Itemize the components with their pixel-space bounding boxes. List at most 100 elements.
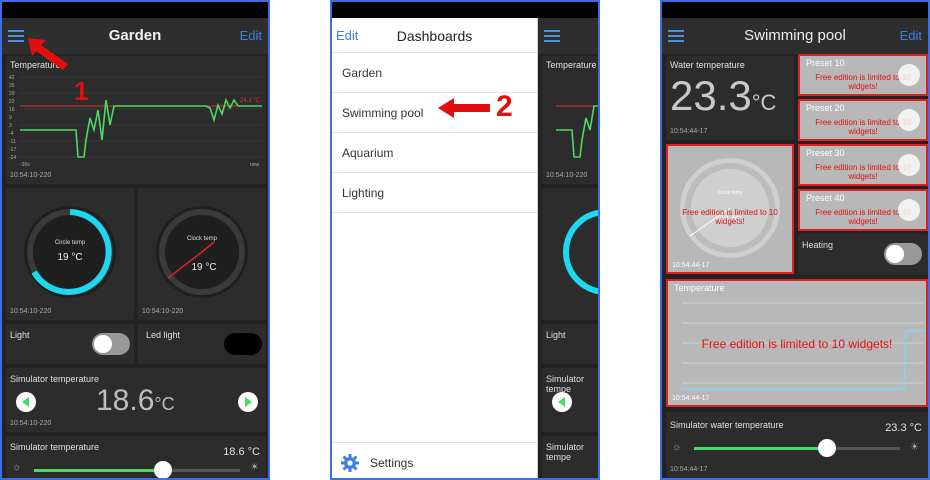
preset-button[interactable]	[898, 154, 920, 176]
slider-value: 23.3 °C	[885, 422, 922, 434]
increase-button[interactable]	[238, 392, 258, 412]
dashboard-item-label: Garden	[342, 66, 383, 80]
slider-timestamp: 10:54:44-17	[670, 466, 708, 473]
y-tick: 9	[9, 115, 12, 121]
dashboard-item-label: Lighting	[342, 186, 385, 200]
gauge-timestamp: 10:54:44-17	[672, 262, 710, 269]
dashboard-item-garden[interactable]: Garden	[332, 53, 537, 93]
peek-gauge-card	[542, 188, 598, 320]
y-tick: 42	[9, 75, 15, 81]
peek-light-card: Light	[542, 324, 598, 364]
dashboard-item-label: Aquarium	[342, 146, 394, 160]
circle-gauge-card[interactable]: Circle temp 19 °C 10:54:10-220	[6, 188, 134, 320]
circle-gauge-value: 19 °C	[57, 252, 82, 263]
simulator-value: 18.6°C	[96, 384, 175, 418]
peek-decrease-button	[552, 392, 572, 412]
clock-gauge-widget[interactable]: Clock temp 23 °C Free edition is limited…	[666, 144, 794, 274]
preset-button[interactable]	[898, 64, 920, 86]
y-tick: -24	[9, 155, 16, 161]
marker-value: 24.1 °C	[240, 98, 261, 104]
temperature-chart-widget[interactable]: Temperature Free edition is limited to 1…	[666, 279, 928, 407]
temperature-chart: 42 35 29 22 16 9 3 -4 -11 -17 -24 -30s n…	[9, 75, 262, 168]
annotation-number-2: 2	[496, 90, 513, 123]
sun-dim-icon: ☼	[12, 462, 22, 473]
water-temperature-timestamp: 10:54:44-17	[670, 128, 708, 135]
status-bar	[662, 2, 928, 18]
clock-gauge: Clock temp 19 °C	[156, 206, 248, 298]
preset-label: Preset 10	[806, 58, 845, 68]
dashboards-drawer: Edit Dashboards Garden Swimming pool Aqu…	[332, 18, 538, 478]
value-unit: °C	[751, 90, 777, 115]
dashboard-item-lighting[interactable]: Lighting	[332, 173, 537, 213]
edit-button[interactable]: Edit	[240, 28, 262, 43]
phone-swimming-pool: Swimming pool Edit Water temperature 23.…	[660, 0, 930, 480]
peek-gauge	[563, 209, 598, 295]
x-tick-start: -30s	[20, 162, 30, 168]
circle-gauge: Circle temp 19 °C	[24, 206, 116, 298]
clock-gauge-card[interactable]: Clock temp 19 °C 10:54:10-220	[138, 188, 266, 320]
temperature-series-line	[20, 97, 262, 158]
circle-gauge-timestamp: 10:54:10-220	[10, 308, 52, 315]
slider-thumb[interactable]	[818, 439, 836, 457]
sun-bright-icon: ☀	[910, 442, 919, 453]
peek-series-line	[556, 105, 598, 158]
preset-40-widget[interactable]: Preset 40 Free edition is limited to 10 …	[798, 189, 928, 231]
triangle-left-icon	[558, 397, 565, 407]
led-light-toggle[interactable]	[224, 333, 262, 355]
y-tick: 29	[9, 91, 15, 97]
toggle-knob	[94, 335, 112, 353]
peek-sim-label: Simulator tempe	[546, 374, 585, 394]
peek-chart-timestamp: 10:54:10-220	[546, 172, 588, 179]
peek-chart	[556, 105, 598, 158]
value-number: 23.3	[670, 72, 752, 119]
decrease-button[interactable]	[16, 392, 36, 412]
peek-app-bar	[538, 18, 598, 54]
light-switch-card: Light	[6, 324, 134, 364]
annotation-arrow-2	[438, 98, 490, 118]
slider-label: Simulator temperature	[10, 442, 100, 452]
preset-20-widget[interactable]: Preset 20 Free edition is limited to 10 …	[798, 99, 928, 141]
preset-label: Preset 40	[806, 193, 845, 203]
preset-30-widget[interactable]: Preset 30 Free edition is limited to 10 …	[798, 144, 928, 186]
y-tick: 16	[9, 107, 15, 113]
light-toggle[interactable]	[92, 333, 130, 355]
x-tick-end: now	[250, 162, 260, 168]
page-title: Swimming pool	[744, 27, 846, 44]
peek-chart-card: Temperature 10:54:10-220	[542, 56, 598, 184]
slider-fill	[694, 447, 826, 450]
settings-label: Settings	[370, 456, 414, 470]
triangle-left-icon	[22, 397, 29, 407]
edit-button[interactable]: Edit	[900, 28, 922, 43]
phone-dashboards: Temperature 10:54:10-220 Light Simulator…	[330, 0, 600, 480]
preset-button[interactable]	[898, 199, 920, 221]
preset-button[interactable]	[898, 109, 920, 131]
settings-item[interactable]: Settings	[332, 442, 537, 478]
y-tick: -11	[9, 139, 16, 145]
slider-label: Simulator water temperature	[670, 420, 784, 430]
chart-timestamp: 10:54:10-220	[10, 172, 52, 179]
app-bar: Swimming pool Edit	[662, 18, 928, 54]
led-light-card: Led light	[138, 324, 266, 364]
status-bar	[2, 2, 268, 18]
triangle-right-icon	[245, 397, 252, 407]
drawer-header: Edit Dashboards	[332, 18, 537, 53]
clock-gauge-value: 19 °C	[191, 262, 216, 273]
slider-thumb[interactable]	[154, 461, 172, 478]
heating-toggle[interactable]	[884, 243, 922, 265]
value-unit: °C	[154, 394, 175, 414]
preset-10-widget[interactable]: Preset 10 Free edition is limited to 10 …	[798, 54, 928, 96]
chart-timestamp: 10:54:44-17	[672, 395, 710, 402]
annotation-arrow-1	[28, 38, 68, 70]
y-tick: -17	[9, 147, 16, 153]
y-tick: 3	[9, 123, 12, 129]
circle-gauge-label: Circle temp	[55, 240, 86, 246]
toggle-knob	[886, 245, 904, 263]
y-tick: 22	[9, 99, 15, 105]
simulator-temperature-card: Simulator temperature 18.6°C 10:54:10-22…	[6, 368, 266, 432]
hamburger-menu-icon	[544, 30, 560, 42]
preset-label: Preset 30	[806, 148, 845, 158]
dashboard-item-aquarium[interactable]: Aquarium	[332, 133, 537, 173]
preset-label: Preset 20	[806, 103, 845, 113]
y-tick: 35	[9, 83, 15, 89]
peek-sim-card: Simulator tempe	[542, 368, 598, 432]
